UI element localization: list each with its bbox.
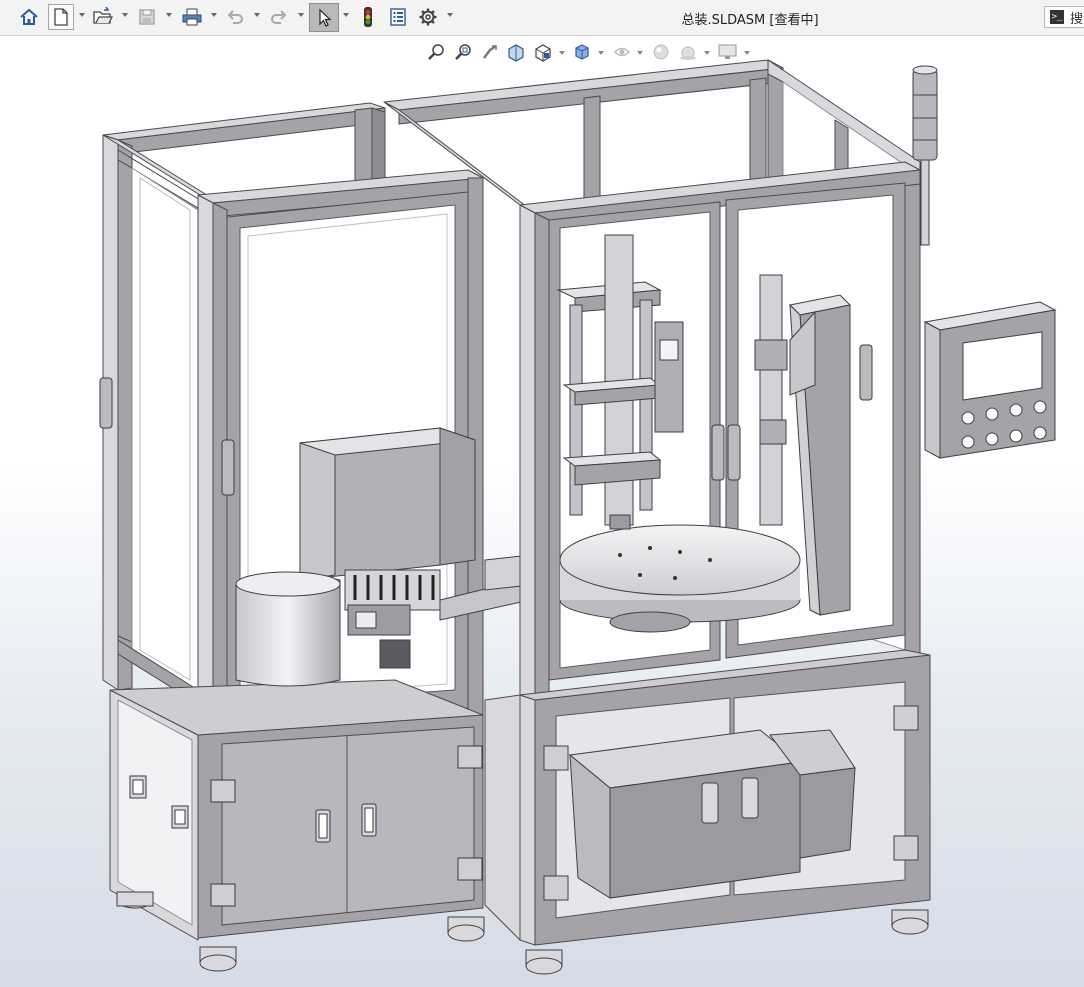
control-panel (923, 301, 1057, 459)
options-dropdown-arrow[interactable] (447, 13, 453, 17)
search-commands-box[interactable]: >_ 搜 (1044, 6, 1084, 28)
home-icon (20, 8, 38, 25)
save-button[interactable] (134, 4, 160, 30)
file-properties-button[interactable] (385, 4, 411, 30)
select-dropdown-arrow[interactable] (343, 13, 349, 17)
open-dropdown-arrow[interactable] (122, 13, 128, 17)
print-button[interactable] (179, 4, 205, 30)
redo-dropdown-arrow[interactable] (298, 13, 304, 17)
options-button[interactable] (415, 4, 441, 30)
traffic-light-icon (364, 7, 372, 27)
redo-button[interactable] (266, 4, 292, 30)
open-folder-icon (93, 7, 113, 24)
print-dropdown-arrow[interactable] (211, 13, 217, 17)
open-button[interactable] (90, 4, 116, 30)
search-label: 搜 (1070, 11, 1084, 27)
redo-icon (271, 10, 287, 24)
file-properties-icon (390, 8, 406, 26)
assembly-model[interactable] (0, 36, 1084, 987)
select-pointer-icon (319, 8, 332, 27)
undo-icon (227, 10, 243, 24)
rotary-indexing-table (559, 524, 801, 633)
graphics-viewport[interactable] (0, 36, 1084, 987)
print-icon (182, 8, 202, 26)
home-button[interactable] (16, 4, 42, 30)
select-button[interactable] (309, 3, 339, 32)
new-document-icon (54, 8, 68, 26)
save-icon (139, 9, 155, 25)
new-dropdown-arrow[interactable] (79, 13, 85, 17)
command-prompt-icon: >_ (1050, 10, 1064, 24)
undo-dropdown-arrow[interactable] (254, 13, 260, 17)
rebuild-button[interactable] (355, 4, 381, 30)
save-dropdown-arrow[interactable] (166, 13, 172, 17)
new-button[interactable] (48, 4, 74, 30)
undo-button[interactable] (222, 4, 248, 30)
command-toolbar: 总装.SLDASM [查看中] >_ 搜 (0, 0, 1084, 36)
gear-icon (419, 8, 437, 26)
document-title: 总装.SLDASM [查看中] (681, 13, 819, 28)
